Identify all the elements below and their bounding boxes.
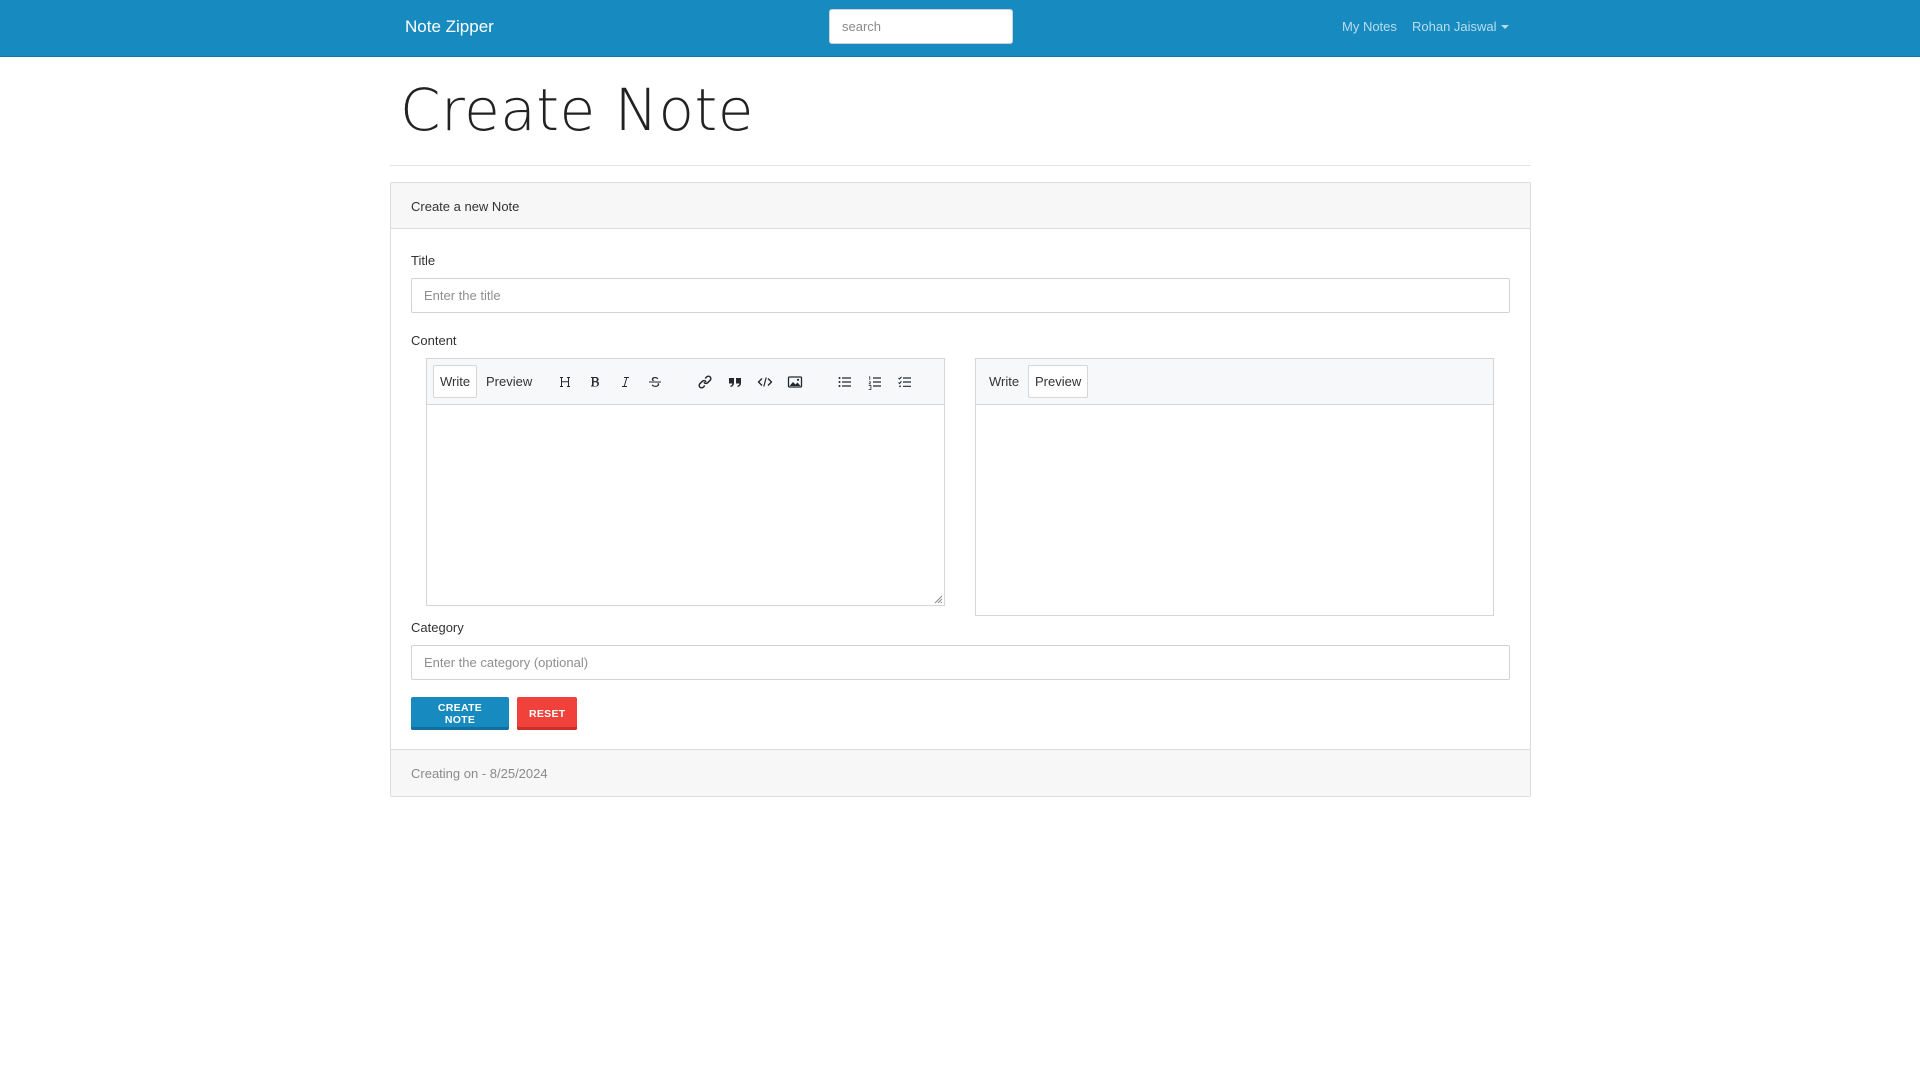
quote-icon[interactable] (727, 374, 743, 390)
markdown-preview-panel: Write Preview (975, 358, 1494, 616)
card-footer-date: Creating on - 8/25/2024 (391, 749, 1530, 796)
editor-toolbar: Write Preview (427, 359, 944, 405)
reset-button[interactable]: RESET (517, 697, 577, 730)
strikethrough-icon[interactable] (647, 374, 663, 390)
preview-toolbar: Write Preview (976, 359, 1493, 405)
italic-icon[interactable] (617, 374, 633, 390)
brand-link[interactable]: Note Zipper (405, 17, 494, 37)
tab-preview[interactable]: Preview (1028, 365, 1089, 398)
code-icon[interactable] (757, 374, 773, 390)
tab-write[interactable]: Write (982, 365, 1026, 398)
title-label: Title (411, 253, 436, 268)
category-label: Category (411, 620, 464, 635)
title-divider (390, 165, 1531, 166)
content-textarea[interactable] (427, 405, 944, 605)
content-label: Content (411, 333, 457, 348)
tab-write[interactable]: Write (433, 365, 478, 398)
caret-down-icon (1500, 25, 1509, 29)
create-note-card: Create a new Note Title Content Write Pr… (390, 182, 1531, 797)
resize-grip-icon[interactable] (933, 594, 943, 604)
checked-list-icon[interactable] (897, 374, 913, 390)
category-input[interactable] (411, 645, 1510, 680)
page-title: Create Note (400, 76, 754, 144)
navbar: Note Zipper My Notes Rohan Jaiswal (0, 0, 1920, 57)
bulleted-list-icon[interactable] (837, 374, 853, 390)
preview-area (976, 405, 1493, 615)
markdown-editor: Write Preview (426, 358, 945, 606)
create-note-button[interactable]: CREATE NOTE (411, 697, 509, 730)
tab-preview[interactable]: Preview (479, 365, 539, 398)
heading-icon[interactable] (557, 374, 573, 390)
link-icon[interactable] (697, 374, 713, 390)
bold-icon[interactable] (587, 374, 603, 390)
user-menu-dropdown[interactable]: Rohan Jaiswal (1412, 19, 1509, 35)
image-icon[interactable] (787, 374, 803, 390)
card-header: Create a new Note (391, 183, 1530, 229)
nav-my-notes-link[interactable]: My Notes (1342, 19, 1397, 35)
user-name-label: Rohan Jaiswal (1412, 19, 1497, 34)
title-input[interactable] (411, 278, 1510, 313)
search-input[interactable] (829, 9, 1013, 44)
numbered-list-icon[interactable] (867, 374, 883, 390)
